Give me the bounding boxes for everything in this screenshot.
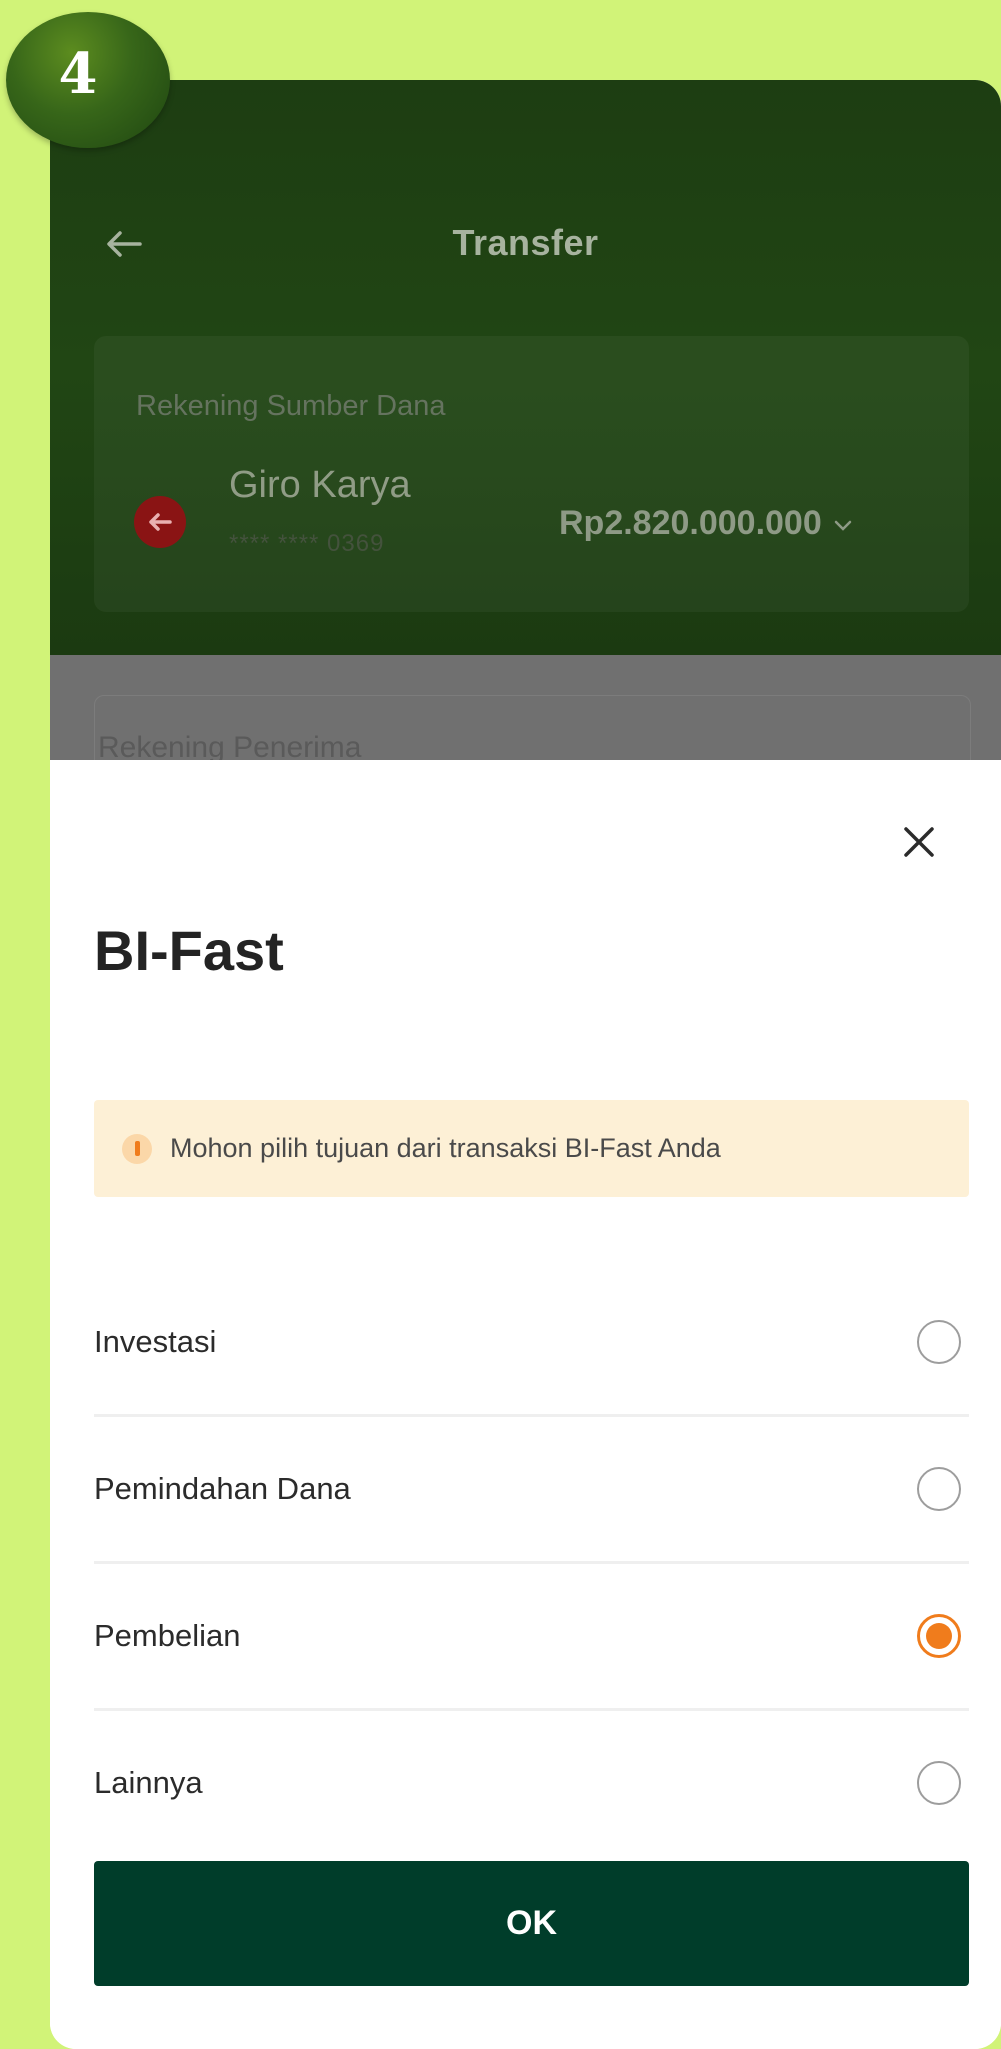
phone-screen: Transfer Rekening Sumber Dana Giro Karya… — [50, 80, 1001, 2049]
option-lainnya[interactable]: Lainnya — [94, 1711, 969, 1855]
source-account-card[interactable]: Rekening Sumber Dana Giro Karya **** ***… — [94, 336, 969, 612]
close-icon[interactable] — [897, 820, 941, 864]
option-pembelian[interactable]: Pembelian — [94, 1564, 969, 1708]
radio-unchecked-icon[interactable] — [917, 1761, 961, 1805]
step-badge: 4 — [6, 12, 170, 148]
account-balance: Rp2.820.000.000 — [559, 504, 822, 542]
info-banner: Mohon pilih tujuan dari transaksi BI-Fas… — [94, 1100, 969, 1197]
page-title: Transfer — [452, 222, 599, 263]
purpose-options: Investasi Pemindahan Dana Pembelian Lain… — [94, 1270, 969, 1855]
recipient-label: Rekening Penerima — [98, 731, 362, 760]
chevron-down-icon — [834, 520, 852, 531]
option-label: Pembelian — [94, 1618, 241, 1653]
bottom-sheet: BI-Fast Mohon pilih tujuan dari transaks… — [50, 760, 1001, 2049]
option-label: Investasi — [94, 1324, 217, 1359]
radio-unchecked-icon[interactable] — [917, 1320, 961, 1364]
account-name: Giro Karya — [229, 464, 411, 506]
radio-unchecked-icon[interactable] — [917, 1467, 961, 1511]
account-number: **** **** 0369 — [229, 530, 385, 557]
info-text: Mohon pilih tujuan dari transaksi BI-Fas… — [170, 1133, 721, 1163]
option-pemindahan-dana[interactable]: Pemindahan Dana — [94, 1417, 969, 1561]
radio-checked-icon[interactable] — [917, 1614, 961, 1658]
ok-button[interactable]: OK — [94, 1861, 969, 1986]
option-investasi[interactable]: Investasi — [94, 1270, 969, 1414]
account-arrow-icon — [134, 496, 186, 548]
source-account-label: Rekening Sumber Dana — [136, 390, 446, 422]
account-balance-selector[interactable]: Rp2.820.000.000 — [559, 504, 854, 543]
option-label: Pemindahan Dana — [94, 1471, 351, 1506]
step-number: 4 — [58, 41, 98, 107]
sheet-title: BI-Fast — [94, 919, 284, 982]
app-header: Transfer Rekening Sumber Dana Giro Karya… — [50, 80, 1001, 655]
dimmed-background: Rekening Penerima — [50, 655, 1001, 760]
info-icon — [122, 1133, 152, 1164]
option-label: Lainnya — [94, 1765, 203, 1800]
